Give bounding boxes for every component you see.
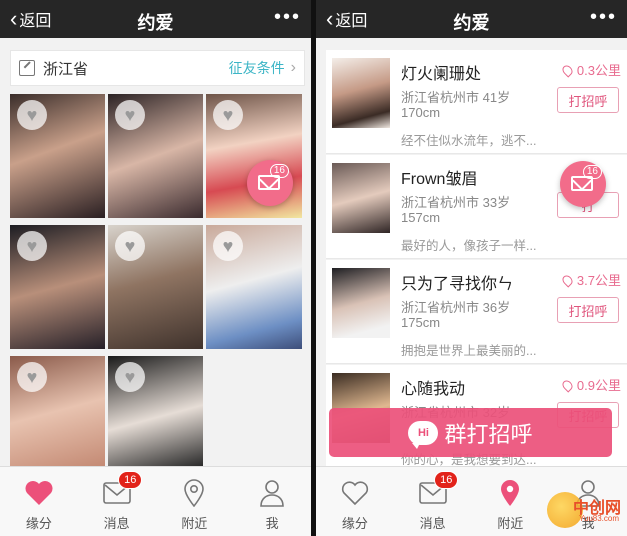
watermark-subtext: Yuu83.com <box>578 514 619 523</box>
location-pin-icon <box>495 479 525 507</box>
mail-count-badge: 16 <box>269 164 289 178</box>
person-icon <box>257 479 287 507</box>
back-label: 返回 <box>19 13 52 30</box>
filter-conditions-link[interactable]: 征友条件 <box>229 58 285 78</box>
chevron-right-icon: › <box>290 59 296 76</box>
heart-icon[interactable]: ♥ <box>115 362 145 392</box>
user-height: 157cm <box>401 210 441 225</box>
tab-nearby[interactable]: 附近 <box>472 467 550 536</box>
edit-icon <box>19 60 35 76</box>
location-pin-icon <box>560 273 575 288</box>
more-menu-icon[interactable]: ••• <box>590 7 617 27</box>
tab-label: 消息 <box>103 516 130 531</box>
tab-label: 缘分 <box>341 516 368 531</box>
floating-mail-button[interactable]: 16 <box>247 160 293 206</box>
user-photo[interactable]: ♥ <box>108 94 203 218</box>
user-name: 只为了寻找你ㄣ <box>401 276 514 293</box>
location-pin-icon <box>560 63 575 78</box>
watermark-logo: 中创网 Yuu83.com <box>545 490 623 530</box>
heart-icon[interactable]: ♥ <box>213 100 243 130</box>
greet-button[interactable]: 打招呼 <box>557 87 619 113</box>
region-filter-bar[interactable]: 浙江省 征友条件 › <box>10 50 305 86</box>
floating-mail-button[interactable]: 16 <box>560 161 606 207</box>
avatar <box>332 268 390 338</box>
location-pin-icon <box>179 479 209 507</box>
tab-label: 我 <box>265 516 279 531</box>
back-button[interactable]: ‹ 返回 <box>326 6 368 31</box>
tab-label: 附近 <box>497 516 524 531</box>
heart-icon[interactable]: ♥ <box>115 100 145 130</box>
heart-icon[interactable]: ♥ <box>115 231 145 261</box>
user-bio: 最好的人，像孩子一样... <box>401 239 537 253</box>
chat-bubble-icon: Hi <box>408 420 439 449</box>
user-photo[interactable]: ♥ <box>10 94 105 218</box>
chevron-left-icon: ‹ <box>10 6 18 31</box>
user-photo[interactable]: ♥ <box>10 356 105 466</box>
user-height: 170cm <box>401 105 441 120</box>
user-bio: 拥抱是世界上最美丽的... <box>401 344 537 358</box>
tab-me[interactable]: 我 <box>233 467 311 536</box>
tab-messages[interactable]: 16 消息 <box>394 467 472 536</box>
message-count-badge: 16 <box>118 471 143 489</box>
user-bio: 经不住似水流年，逃不... <box>401 134 537 148</box>
user-photo[interactable]: ♥ <box>10 225 105 349</box>
heart-icon[interactable]: ♥ <box>17 100 47 130</box>
user-location-age: 浙江省杭州市 33岁 <box>401 195 511 210</box>
greet-button[interactable]: 打招呼 <box>557 297 619 323</box>
message-count-badge: 16 <box>434 471 459 489</box>
list-item[interactable]: 只为了寻找你ㄣ 3.7公里 浙江省杭州市 36岁 175cm 拥抱是世界上最美丽… <box>326 260 627 364</box>
heart-icon[interactable]: ♥ <box>213 231 243 261</box>
top-bar: ‹ 返回 约爱 ••• <box>0 0 311 38</box>
back-label: 返回 <box>335 13 368 30</box>
avatar <box>332 163 390 233</box>
mass-greet-button[interactable]: Hi 群打招呼 <box>329 408 612 457</box>
tab-label: 附近 <box>181 516 208 531</box>
user-height: 175cm <box>401 315 441 330</box>
bottom-tab-bar: 缘分 16 消息 附近 我 <box>0 466 311 536</box>
chevron-left-icon: ‹ <box>326 6 334 31</box>
user-name: 心随我动 <box>401 381 466 398</box>
top-bar: ‹ 返回 约爱 ••• <box>316 0 627 38</box>
mass-greet-label: 群打招呼 <box>444 421 533 447</box>
user-name: 灯火阑珊处 <box>401 66 482 83</box>
distance: 0.3公里 <box>560 60 621 79</box>
user-photo[interactable]: ♥ <box>206 225 302 349</box>
location-pin-icon <box>560 378 575 393</box>
heart-outline-icon <box>340 479 370 507</box>
list-item[interactable]: 灯火阑珊处 0.3公里 浙江省杭州市 41岁 170cm 经不住似水流年，逃不.… <box>326 50 627 154</box>
province-label: 浙江省 <box>43 60 89 78</box>
heart-icon[interactable]: ♥ <box>17 362 47 392</box>
right-screen: ‹ 返回 约爱 ••• 灯火阑珊处 0.3公里 浙江省杭州市 41岁 170cm… <box>316 0 627 536</box>
distance: 3.7公里 <box>560 270 621 289</box>
heart-icon[interactable]: ♥ <box>17 231 47 261</box>
user-photo[interactable]: ♥ <box>108 356 203 466</box>
distance: 0.9公里 <box>560 375 621 394</box>
user-name: Frown皱眉 <box>401 171 478 188</box>
avatar <box>332 58 390 128</box>
tab-nearby[interactable]: 附近 <box>156 467 234 536</box>
left-screen: ‹ 返回 约爱 ••• 浙江省 征友条件 › ♥ ♥ ♥ ♥ ♥ ♥ ♥ ♥ 1… <box>0 0 311 536</box>
back-button[interactable]: ‹ 返回 <box>10 6 52 31</box>
user-photo[interactable]: ♥ <box>108 225 203 349</box>
tab-label: 缘分 <box>25 516 52 531</box>
user-location-age: 浙江省杭州市 36岁 <box>401 300 511 315</box>
more-menu-icon[interactable]: ••• <box>274 7 301 27</box>
tab-messages[interactable]: 16 消息 <box>78 467 156 536</box>
tab-yuanfen[interactable]: 缘分 <box>0 467 78 536</box>
heart-icon <box>24 479 54 507</box>
mail-count-badge: 16 <box>582 165 602 179</box>
user-location-age: 浙江省杭州市 41岁 <box>401 90 511 105</box>
tab-label: 消息 <box>419 516 446 531</box>
tab-yuanfen[interactable]: 缘分 <box>316 467 394 536</box>
